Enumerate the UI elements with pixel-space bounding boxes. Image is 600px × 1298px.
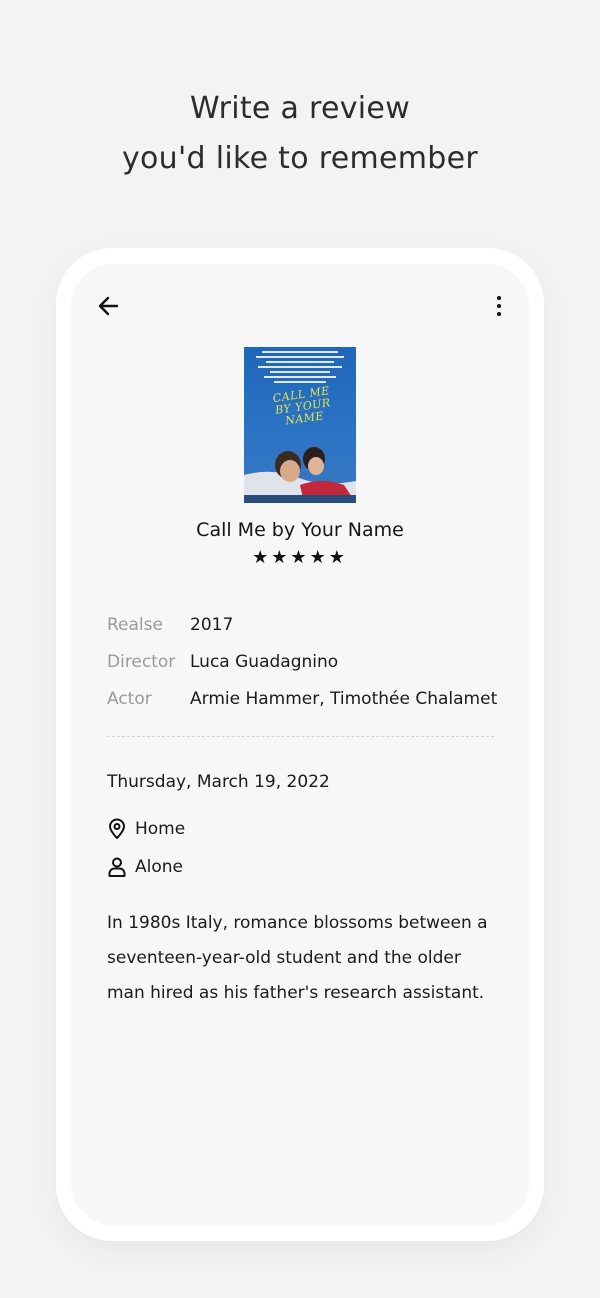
back-button[interactable] (95, 292, 123, 320)
phone-frame: CALL ME BY YOUR NAME Call Me by Your Nam… (56, 248, 544, 1241)
location-row: Home (107, 818, 185, 840)
headline: Write a review you'd like to remember (0, 84, 600, 184)
headline-line-1: Write a review (189, 91, 411, 126)
actor-value: Armie Hammer, Timothée Chalamet (190, 688, 498, 709)
location-text: Home (135, 819, 186, 839)
movie-poster: CALL ME BY YOUR NAME (244, 347, 356, 503)
rating-stars: ★★★★★ (252, 547, 348, 568)
review-screen: CALL ME BY YOUR NAME Call Me by Your Nam… (71, 264, 529, 1225)
company-text: Alone (135, 857, 183, 877)
actor-label: Actor (107, 688, 152, 709)
director-value: Luca Guadagnino (190, 651, 339, 672)
more-vertical-icon (497, 296, 501, 316)
release-label: Realse (107, 614, 163, 635)
arrow-left-icon (98, 296, 119, 316)
poster-people-illustration (244, 447, 356, 503)
poster-credits (256, 351, 344, 383)
company-row: Alone (107, 856, 183, 878)
person-icon (108, 857, 126, 877)
review-text: In 1980s Italy, romance blossoms between… (107, 913, 488, 1003)
actor-row: Actor Armie Hammer, Timothée Chalamet (107, 680, 507, 717)
more-options-button[interactable] (489, 292, 509, 320)
headline-line-2: you'd like to remember (121, 141, 479, 176)
director-label: Director (107, 651, 176, 672)
release-value: 2017 (190, 614, 234, 635)
map-pin-icon (109, 818, 125, 839)
movie-details: Realse 2017 Director Luca Guadagnino Act… (107, 606, 507, 717)
entry-date: Thursday, March 19, 2022 (107, 772, 330, 792)
dashed-divider (107, 736, 494, 737)
release-row: Realse 2017 (107, 606, 507, 643)
director-row: Director Luca Guadagnino (107, 643, 507, 680)
movie-title: Call Me by Your Name (196, 519, 404, 541)
poster-title-text: CALL ME BY YOUR NAME (271, 384, 332, 428)
